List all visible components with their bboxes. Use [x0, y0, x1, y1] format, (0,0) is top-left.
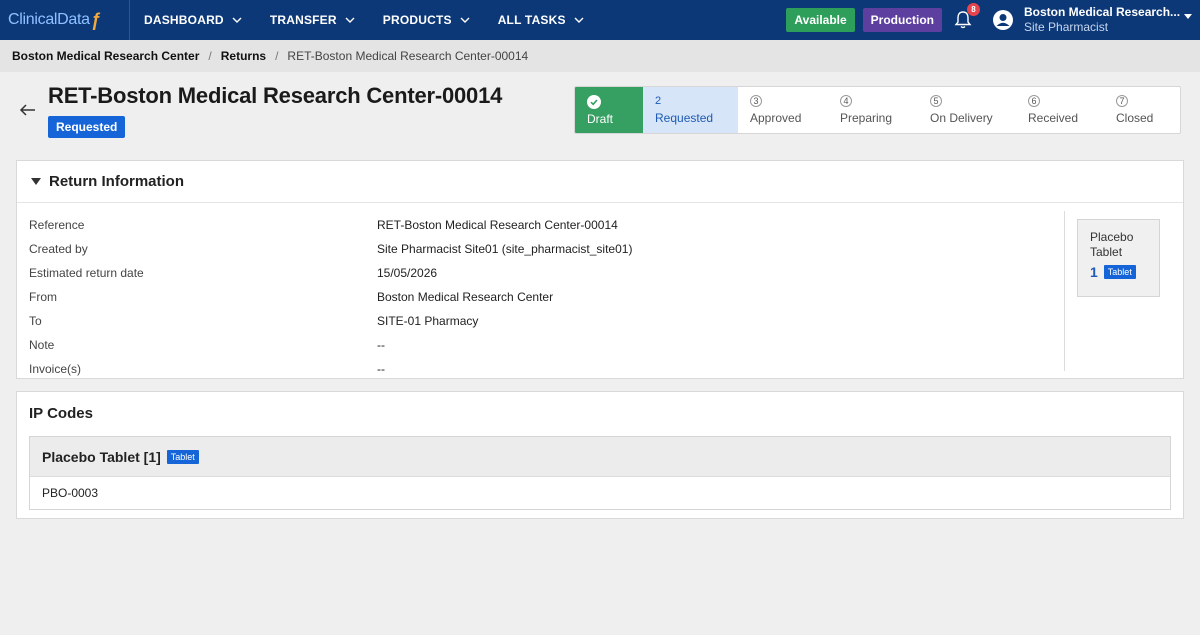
step-requested: 2 Requested — [643, 87, 738, 133]
top-navigation-bar: ClinicalData ƒ DASHBOARD TRANSFER PRODUC… — [0, 0, 1200, 40]
step-label: Draft — [587, 112, 614, 126]
detail-row-from: From Boston Medical Research Center — [29, 285, 632, 309]
detail-value: -- — [377, 362, 385, 376]
detail-row-reference: Reference RET-Boston Medical Research Ce… — [29, 213, 632, 237]
dosage-form-tag: Tablet — [1103, 265, 1136, 279]
workflow-stepper: Draft 2 Requested 3 Approved 4 Preparing… — [574, 86, 1181, 134]
divider — [1064, 211, 1065, 371]
breadcrumb: Boston Medical Research Center / Returns… — [0, 40, 1200, 72]
user-avatar-icon[interactable] — [992, 9, 1014, 31]
app-logo[interactable]: ClinicalData ƒ — [0, 0, 130, 40]
topbar-right: Available Production 8 Boston Medical Re… — [786, 0, 1200, 40]
step-label: Closed — [1116, 111, 1154, 125]
ip-group-title: Placebo Tablet [1] — [42, 448, 161, 465]
step-label: Preparing — [840, 111, 893, 125]
ip-code-item: PBO-0003 — [42, 486, 99, 500]
product-count: 1 — [1090, 264, 1098, 280]
breadcrumb-separator: / — [275, 49, 279, 63]
breadcrumb-current: RET-Boston Medical Research Center-00014 — [287, 49, 529, 63]
ip-group-header: Placebo Tablet [1] Tablet — [30, 437, 1170, 477]
chevron-down-icon — [232, 17, 242, 23]
detail-row-invoices: Invoice(s) -- — [29, 357, 632, 381]
chevron-down-icon — [574, 17, 584, 23]
step-number: 5 — [930, 95, 942, 107]
collapse-caret-icon — [31, 177, 41, 185]
detail-row-to: To SITE-01 Pharmacy — [29, 309, 632, 333]
step-number: 4 — [840, 95, 852, 107]
step-number: 7 — [1116, 95, 1128, 107]
panel-title: IP Codes — [29, 405, 93, 422]
back-arrow-icon[interactable] — [18, 100, 38, 120]
caret-down-icon — [1184, 14, 1192, 19]
detail-label: Created by — [29, 242, 88, 256]
detail-label: From — [29, 290, 57, 304]
step-number: 6 — [1028, 95, 1040, 107]
user-role: Site Pharmacist — [1024, 20, 1109, 34]
user-name: Boston Medical Research... — [1024, 5, 1181, 19]
status-badge: Requested — [48, 116, 126, 138]
detail-value: Boston Medical Research Center — [377, 290, 554, 304]
step-draft: Draft — [575, 87, 643, 133]
logo-mark: ƒ — [90, 9, 101, 30]
nav-transfer-label: TRANSFER — [269, 13, 337, 27]
return-information-panel: Return Information Reference RET-Boston … — [16, 160, 1184, 379]
breadcrumb-returns[interactable]: Returns — [221, 49, 266, 63]
step-closed: 7 Closed — [1104, 87, 1180, 133]
dosage-form-tag: Tablet — [166, 449, 199, 464]
panel-title: Return Information — [49, 173, 184, 190]
step-label: Requested — [655, 111, 714, 125]
detail-label: To — [29, 314, 42, 328]
detail-value: SITE-01 Pharmacy — [377, 314, 479, 328]
detail-value: Site Pharmacist Site01 (site_pharmacist_… — [377, 242, 633, 256]
logo-text: ClinicalData — [8, 11, 90, 28]
availability-badge[interactable]: Available — [786, 8, 855, 32]
detail-row-created-by: Created by Site Pharmacist Site01 (site_… — [29, 237, 632, 261]
detail-label: Note — [29, 338, 55, 352]
breadcrumb-separator: / — [208, 49, 212, 63]
product-summary-card: Placebo Tablet 1 Tablet — [1077, 219, 1160, 297]
detail-row-note: Note -- — [29, 333, 632, 357]
detail-label: Reference — [29, 218, 85, 232]
detail-label: Estimated return date — [29, 266, 144, 280]
detail-row-estimated-return-date: Estimated return date 15/05/2026 — [29, 261, 632, 285]
nav-all-tasks-label: ALL TASKS — [497, 13, 566, 27]
ip-codes-panel: IP Codes Placebo Tablet [1] Tablet PBO-0… — [16, 391, 1184, 519]
nav-products[interactable]: PRODUCTS — [369, 0, 484, 40]
user-menu[interactable]: Boston Medical Research... Site Pharmaci… — [1024, 5, 1192, 35]
detail-value: 15/05/2026 — [377, 266, 438, 280]
step-on-delivery: 5 On Delivery — [918, 87, 1016, 133]
page-title: RET-Boston Medical Research Center-00014 — [48, 83, 503, 108]
notification-count-badge: 8 — [967, 3, 980, 16]
step-number: 3 — [750, 95, 762, 107]
chevron-down-icon — [345, 17, 355, 23]
detail-label: Invoice(s) — [29, 362, 82, 376]
return-details: Reference RET-Boston Medical Research Ce… — [29, 213, 632, 381]
notifications-button[interactable]: 8 — [952, 3, 980, 31]
product-name: Placebo Tablet — [1090, 230, 1134, 259]
environment-badge: Production — [862, 8, 942, 32]
step-label: Approved — [750, 111, 802, 125]
step-received: 6 Received — [1016, 87, 1104, 133]
detail-value: RET-Boston Medical Research Center-00014 — [377, 218, 618, 232]
main-nav: DASHBOARD TRANSFER PRODUCTS ALL TASKS — [130, 0, 598, 40]
step-preparing: 4 Preparing — [828, 87, 918, 133]
nav-transfer[interactable]: TRANSFER — [256, 0, 369, 40]
breadcrumb-site[interactable]: Boston Medical Research Center — [12, 49, 199, 63]
step-label: Received — [1028, 111, 1079, 125]
nav-dashboard-label: DASHBOARD — [144, 13, 224, 27]
check-icon — [587, 95, 601, 109]
step-number: 2 — [655, 95, 662, 107]
return-information-header[interactable]: Return Information — [17, 161, 1183, 203]
nav-products-label: PRODUCTS — [382, 13, 452, 27]
nav-dashboard[interactable]: DASHBOARD — [130, 0, 256, 40]
step-approved: 3 Approved — [738, 87, 828, 133]
nav-all-tasks[interactable]: ALL TASKS — [484, 0, 598, 40]
ip-code-group: Placebo Tablet [1] Tablet PBO-0003 — [29, 436, 1171, 510]
detail-value: -- — [377, 338, 385, 352]
chevron-down-icon — [460, 17, 470, 23]
product-count-row: 1 Tablet — [1090, 264, 1159, 280]
step-label: On Delivery — [930, 111, 993, 125]
